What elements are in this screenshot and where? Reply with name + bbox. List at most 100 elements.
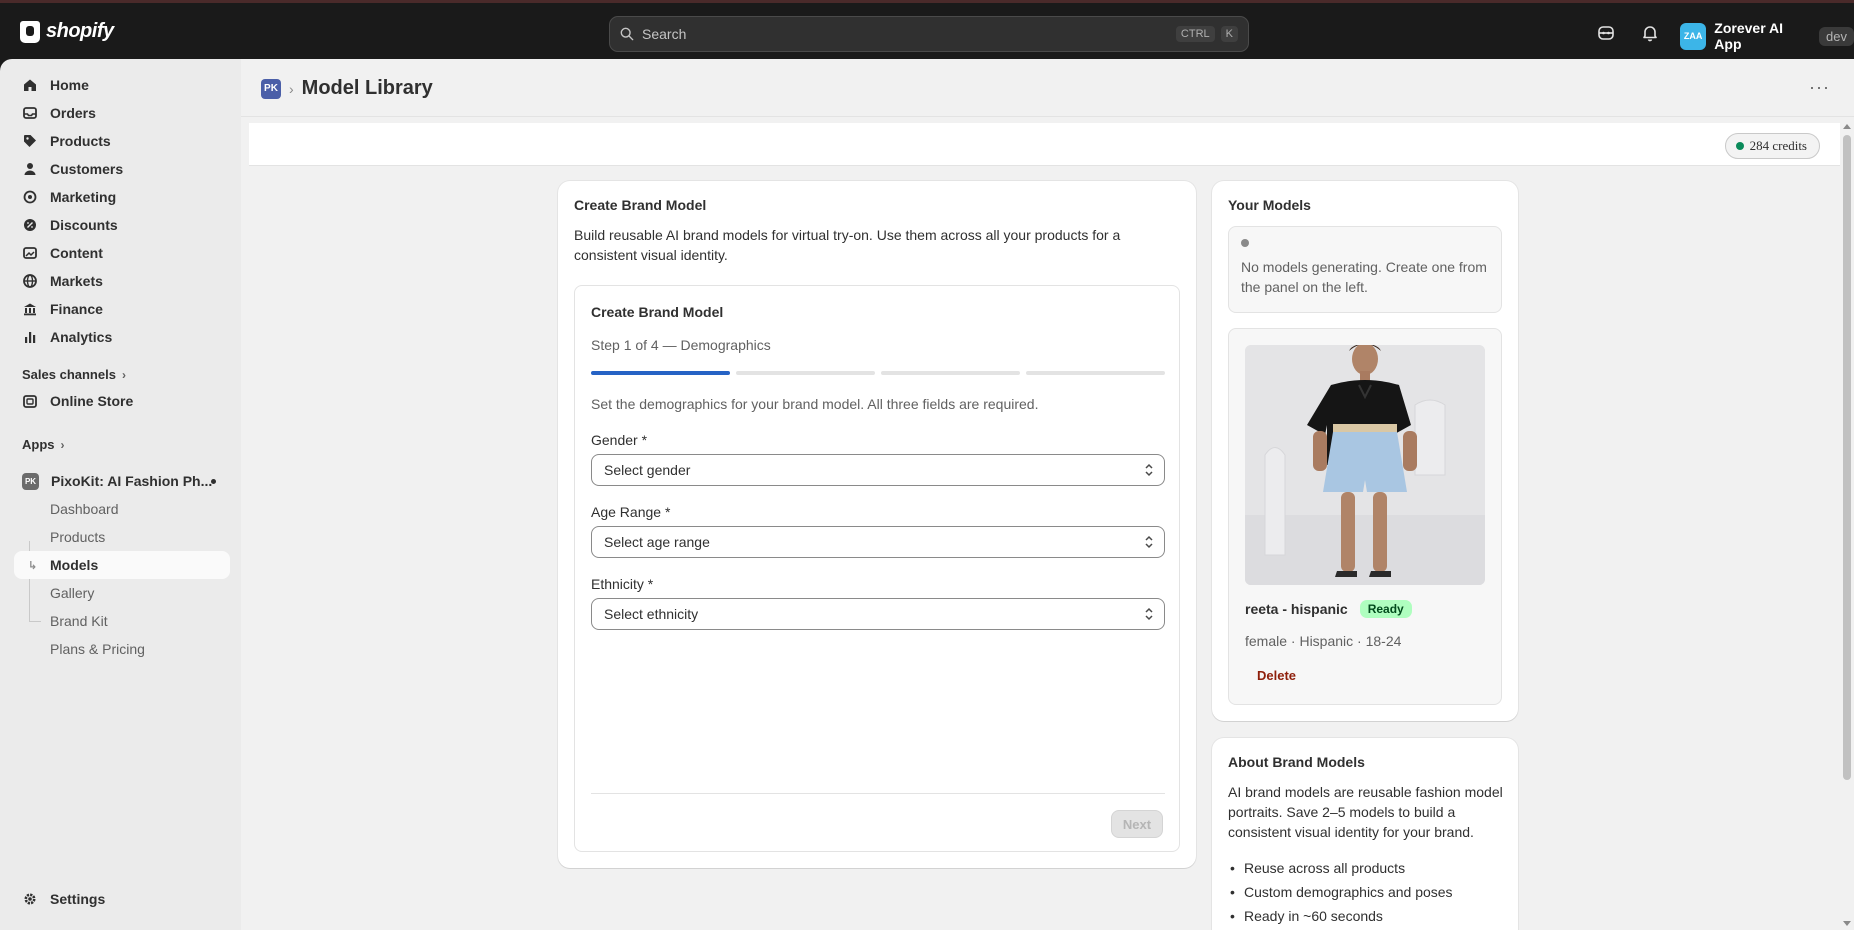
subitem-label: Dashboard [50, 501, 119, 517]
sales-channels-label: Sales channels [22, 367, 116, 382]
pin-dot-icon [211, 478, 216, 484]
shopify-bag-icon [20, 20, 40, 43]
sidebar-item-label: Content [50, 245, 103, 261]
sidebar-item-label: PixoKit: AI Fashion Ph... [51, 473, 213, 489]
inbox-icon [22, 105, 38, 121]
scroll-down-arrow-icon[interactable] [1843, 921, 1851, 926]
progress-segment-4 [1026, 371, 1165, 375]
wizard-footer-divider [591, 793, 1165, 794]
status-dot-icon [1735, 142, 1744, 150]
gender-label: Gender * [591, 432, 648, 448]
generating-status-box: No models generating. Create one from th… [1228, 226, 1502, 313]
sidebar-item-label: Customers [50, 161, 124, 177]
tree-arrow-icon: ↳ [28, 559, 38, 572]
sidebar-item-marketing[interactable]: Marketing [14, 183, 230, 211]
breadcrumb-separator: › [289, 80, 294, 97]
globe-icon [22, 273, 38, 289]
sidebar-item-orders[interactable]: Orders [14, 99, 230, 127]
apps-header[interactable]: Apps › [22, 437, 65, 452]
step-progress-bar [591, 371, 1165, 375]
search-placeholder: Search [642, 26, 687, 42]
gender-select[interactable]: Select gender [591, 454, 1165, 486]
about-title: About Brand Models [1228, 754, 1365, 770]
sidebar-item-pixokit-app[interactable]: PK PixoKit: AI Fashion Ph... [14, 467, 230, 495]
sidebar-item-products[interactable]: Products [14, 127, 230, 155]
sidebar-subitem-gallery[interactable]: Gallery [14, 579, 230, 607]
bar-chart-icon [22, 329, 38, 345]
search-bar[interactable]: Search CTRL K [609, 16, 1249, 52]
dev-badge: dev [1819, 26, 1854, 46]
delete-model-button[interactable]: Delete [1257, 668, 1296, 683]
page-title: Model Library [301, 77, 433, 99]
more-actions-button[interactable]: ··· [1809, 77, 1830, 98]
sidebar-subitem-dashboard[interactable]: Dashboard [14, 495, 230, 523]
list-item: Custom demographics and poses [1228, 880, 1508, 904]
sidebar-item-label: Online Store [50, 393, 134, 409]
next-button[interactable]: Next [1111, 810, 1163, 838]
search-icon [620, 27, 634, 41]
sidebar-item-home[interactable]: Home [14, 71, 230, 99]
sidebar-item-analytics[interactable]: Analytics [14, 323, 230, 351]
model-meta: female · Hispanic · 18-24 [1245, 633, 1402, 649]
sidebar-item-label: Orders [50, 105, 96, 121]
your-models-card: Your Models No models generating. Create… [1212, 181, 1518, 721]
model-portrait-image [1245, 345, 1485, 585]
sidebar-item-label: Home [50, 77, 89, 93]
model-photo[interactable] [1245, 345, 1485, 585]
sidebar-item-online-store[interactable]: Online Store [14, 387, 230, 415]
discount-icon [22, 217, 38, 233]
scroll-up-arrow-icon[interactable] [1843, 124, 1851, 129]
sidebar-item-discounts[interactable]: Discounts [14, 211, 230, 239]
select-chevron-icon [1145, 535, 1153, 549]
sidebar-item-label: Discounts [50, 217, 118, 233]
chevron-right-icon: › [121, 367, 126, 382]
sidebar-subitem-plans-pricing[interactable]: Plans & Pricing [14, 635, 230, 663]
about-bullets: Reuse across all products Custom demogra… [1228, 856, 1508, 928]
subitem-label: Models [50, 557, 99, 573]
sidebar-subitem-brand-kit[interactable]: Brand Kit [14, 607, 230, 635]
pixokit-app-icon: PK [22, 472, 39, 490]
main-content: PK › Model Library ··· 284 credits Creat… [241, 59, 1854, 930]
sidebar-item-label: Finance [50, 301, 103, 317]
chevron-right-icon: › [60, 437, 65, 452]
about-text: AI brand models are reusable fashion mod… [1228, 784, 1503, 840]
gear-icon [22, 891, 38, 907]
credits-bar: 284 credits [249, 123, 1840, 166]
shortcut-ctrl: CTRL [1175, 26, 1215, 42]
sidekick-icon[interactable] [1596, 23, 1616, 43]
ethnicity-label: Ethnicity * [591, 576, 654, 592]
shopify-logo[interactable]: shopify [20, 20, 114, 43]
store-menu[interactable]: ZAA Zorever AI App dev [1680, 20, 1854, 52]
scroll-thumb[interactable] [1843, 135, 1851, 780]
shortcut-k: K [1220, 26, 1238, 42]
sidebar-item-customers[interactable]: Customers [14, 155, 230, 183]
ethnicity-select[interactable]: Select ethnicity [591, 598, 1165, 630]
sidebar-subitem-models[interactable]: ↳ Models [14, 551, 230, 579]
model-card: reeta - hispanic Ready female · Hispanic… [1228, 328, 1502, 705]
image-icon [22, 245, 38, 261]
progress-segment-2 [736, 371, 875, 375]
subitem-label: Plans & Pricing [50, 641, 145, 657]
status-badge: Ready [1359, 600, 1412, 618]
person-icon [22, 161, 38, 177]
app-badge-icon[interactable]: PK [261, 78, 281, 99]
about-brand-models-card: About Brand Models AI brand models are r… [1212, 738, 1518, 930]
bell-icon[interactable] [1640, 23, 1660, 43]
target-icon [22, 189, 38, 205]
sidebar-item-finance[interactable]: Finance [14, 295, 230, 323]
sidebar-subitem-products[interactable]: Products [14, 523, 230, 551]
subitem-label: Products [50, 529, 106, 545]
store-icon [22, 393, 38, 409]
sidebar-item-markets[interactable]: Markets [14, 267, 230, 295]
age-range-label: Age Range * [591, 504, 671, 520]
sidebar-item-settings[interactable]: Settings [14, 885, 230, 913]
scrollbar[interactable] [1840, 121, 1854, 930]
header-divider [241, 116, 1854, 117]
age-range-select[interactable]: Select age range [591, 526, 1165, 558]
generating-text: No models generating. Create one from th… [1241, 259, 1487, 295]
sales-channels-header[interactable]: Sales channels › [22, 367, 126, 382]
progress-segment-1 [591, 371, 730, 375]
credits-badge[interactable]: 284 credits [1724, 133, 1820, 159]
sidebar-item-content[interactable]: Content [14, 239, 230, 267]
card-title: Create Brand Model [574, 197, 707, 213]
